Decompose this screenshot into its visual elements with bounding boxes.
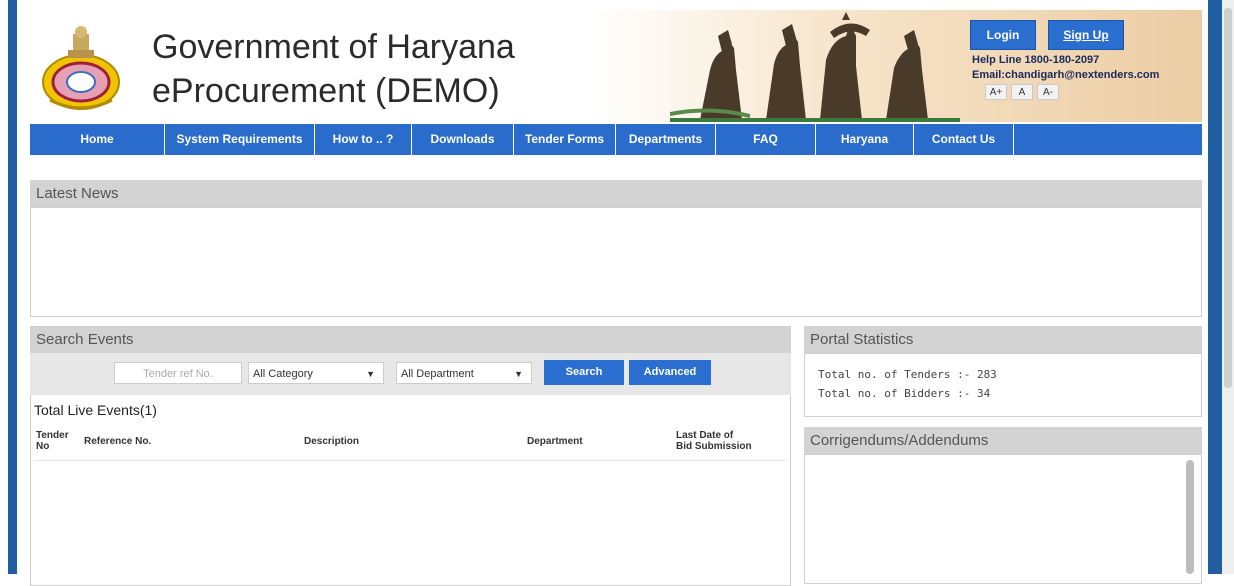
site-title-line2: eProcurement (DEMO) — [152, 72, 500, 110]
font-decrease-button[interactable]: A- — [1037, 84, 1059, 100]
chariot-sculpture-image — [670, 12, 960, 122]
login-button[interactable]: Login — [970, 20, 1036, 50]
portal-statistics-header: Portal Statistics — [804, 326, 1202, 353]
search-bar: Tender ref No. All Category ▼ All Depart… — [30, 353, 791, 395]
page-scrollbar-thumb[interactable] — [1224, 8, 1232, 388]
corrigendums-header: Corrigendums/Addendums — [804, 427, 1202, 454]
corrigendums-scrollbar[interactable] — [1186, 460, 1194, 574]
col-department[interactable]: Department — [527, 436, 583, 447]
nav-downloads[interactable]: Downloads — [412, 124, 514, 155]
total-bidders-text: Total no. of Bidders :- 34 — [818, 387, 991, 400]
latest-news-header: Latest News — [30, 180, 1202, 207]
category-select-value: All Category — [253, 368, 313, 380]
left-frame — [0, 0, 17, 574]
total-tenders-text: Total no. of Tenders :- 283 — [818, 368, 997, 381]
col-tender-no[interactable]: Tender No — [36, 430, 69, 452]
dropdown-arrow-icon: ▼ — [514, 369, 523, 379]
col-last-date[interactable]: Last Date of Bid Submission — [676, 430, 752, 452]
nav-home[interactable]: Home — [30, 124, 165, 155]
tender-ref-input[interactable]: Tender ref No. — [114, 362, 242, 384]
dropdown-arrow-icon: ▼ — [366, 369, 375, 379]
site-title-line1: Government of Haryana — [152, 28, 515, 66]
col-description[interactable]: Description — [304, 436, 359, 447]
nav-how-to[interactable]: How to .. ? — [315, 124, 412, 155]
nav-faq[interactable]: FAQ — [716, 124, 816, 155]
font-increase-button[interactable]: A+ — [985, 84, 1007, 100]
nav-haryana[interactable]: Haryana — [816, 124, 914, 155]
portal-statistics-body — [804, 353, 1202, 417]
nav-departments[interactable]: Departments — [616, 124, 716, 155]
email-text: Email:chandigarh@nextenders.com — [972, 69, 1160, 81]
font-normal-button[interactable]: A — [1011, 84, 1033, 100]
haryana-emblem-icon — [42, 26, 120, 110]
helpline-text: Help Line 1800-180-2097 — [972, 54, 1100, 66]
advanced-search-button[interactable]: Advanced — [629, 360, 711, 385]
nav-contact-us[interactable]: Contact Us — [914, 124, 1014, 155]
nav-tender-forms[interactable]: Tender Forms — [514, 124, 616, 155]
department-select-value: All Department — [401, 368, 474, 380]
table-header-divider — [34, 460, 786, 461]
corrigendums-body — [804, 454, 1202, 584]
main-nav: Home System Requirements How to .. ? Dow… — [30, 124, 1202, 155]
nav-system-requirements[interactable]: System Requirements — [165, 124, 315, 155]
signup-button[interactable]: Sign Up — [1048, 20, 1124, 50]
right-frame — [1208, 0, 1222, 574]
col-reference-no[interactable]: Reference No. — [84, 436, 151, 447]
site-header: Government of Haryana eProcurement (DEMO… — [30, 10, 1202, 122]
search-button[interactable]: Search — [544, 360, 624, 385]
category-select[interactable]: All Category ▼ — [248, 362, 384, 384]
department-select[interactable]: All Department ▼ — [396, 362, 532, 384]
total-live-events: Total Live Events(1) — [34, 402, 157, 418]
latest-news-body — [30, 207, 1202, 317]
